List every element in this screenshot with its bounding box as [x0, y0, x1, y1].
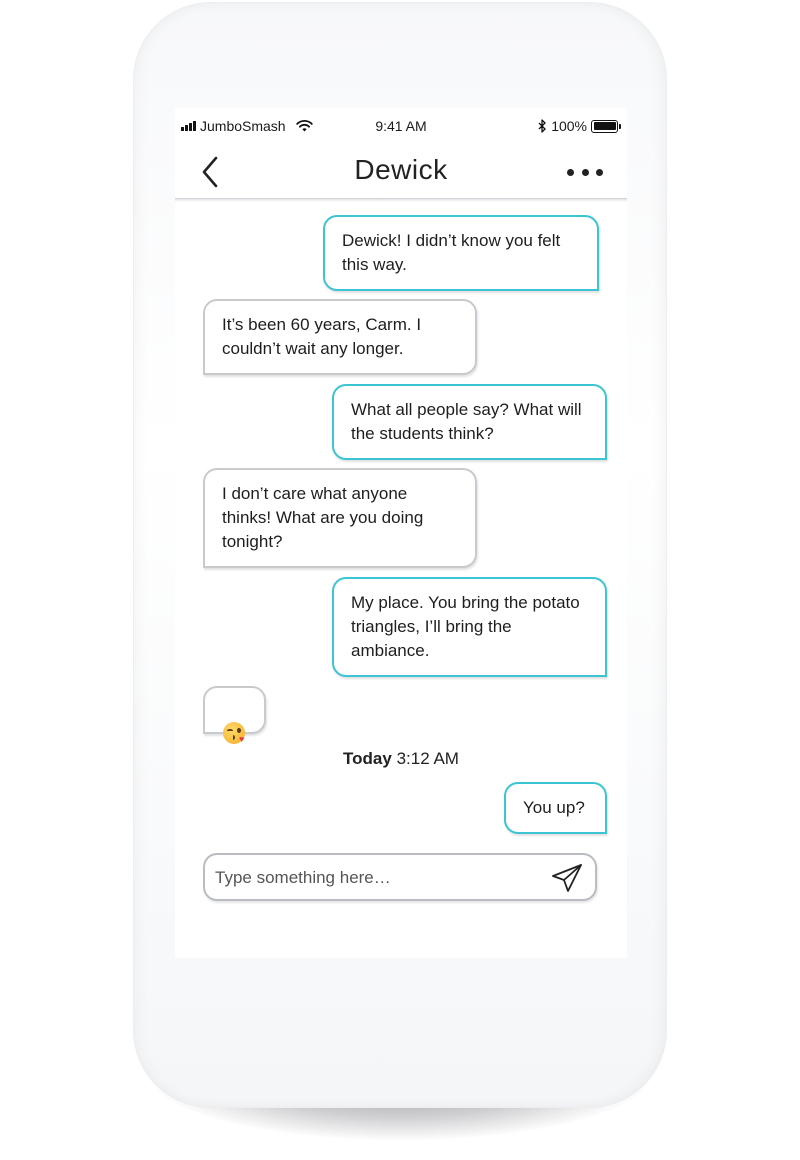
message-bubble-sent[interactable]: You up?	[504, 782, 607, 834]
message-composer	[203, 853, 597, 901]
timestamp-day: Today	[343, 749, 392, 768]
message-timestamp: Today 3:12 AM	[175, 749, 627, 769]
ellipsis-icon	[567, 168, 574, 176]
chat-header: Dewick	[175, 144, 627, 202]
message-bubble-sent[interactable]: What all people say? What will the stude…	[332, 384, 607, 460]
status-bar: JumboSmash 9:41 AM 100%	[175, 118, 627, 138]
battery-percent: 100%	[551, 118, 587, 134]
timestamp-time: 3:12 AM	[396, 749, 459, 768]
contact-name: Dewick	[354, 154, 448, 185]
battery-icon	[591, 119, 621, 133]
header-divider	[175, 198, 627, 199]
status-right: 100%	[538, 118, 621, 134]
kiss-emoji-icon: ♥	[223, 722, 245, 744]
message-bubble-sent[interactable]: My place. You bring the potato triangles…	[332, 577, 607, 677]
paper-plane-icon	[552, 864, 582, 892]
message-bubble-sent[interactable]: Dewick! I didn’t know you felt this way.	[323, 215, 599, 291]
message-bubble-received[interactable]: ♥	[203, 686, 266, 744]
message-bubble-received[interactable]: I don’t care what anyone thinks! What ar…	[203, 468, 477, 568]
send-button[interactable]	[551, 863, 583, 893]
more-options-button[interactable]	[567, 162, 603, 182]
bluetooth-icon	[538, 119, 546, 133]
chat-screen: JumboSmash 9:41 AM 100% Dewick Dewick! I…	[175, 108, 627, 958]
message-input[interactable]	[215, 864, 535, 892]
message-bubble-received[interactable]: It’s been 60 years, Carm. I couldn’t wai…	[203, 299, 477, 375]
